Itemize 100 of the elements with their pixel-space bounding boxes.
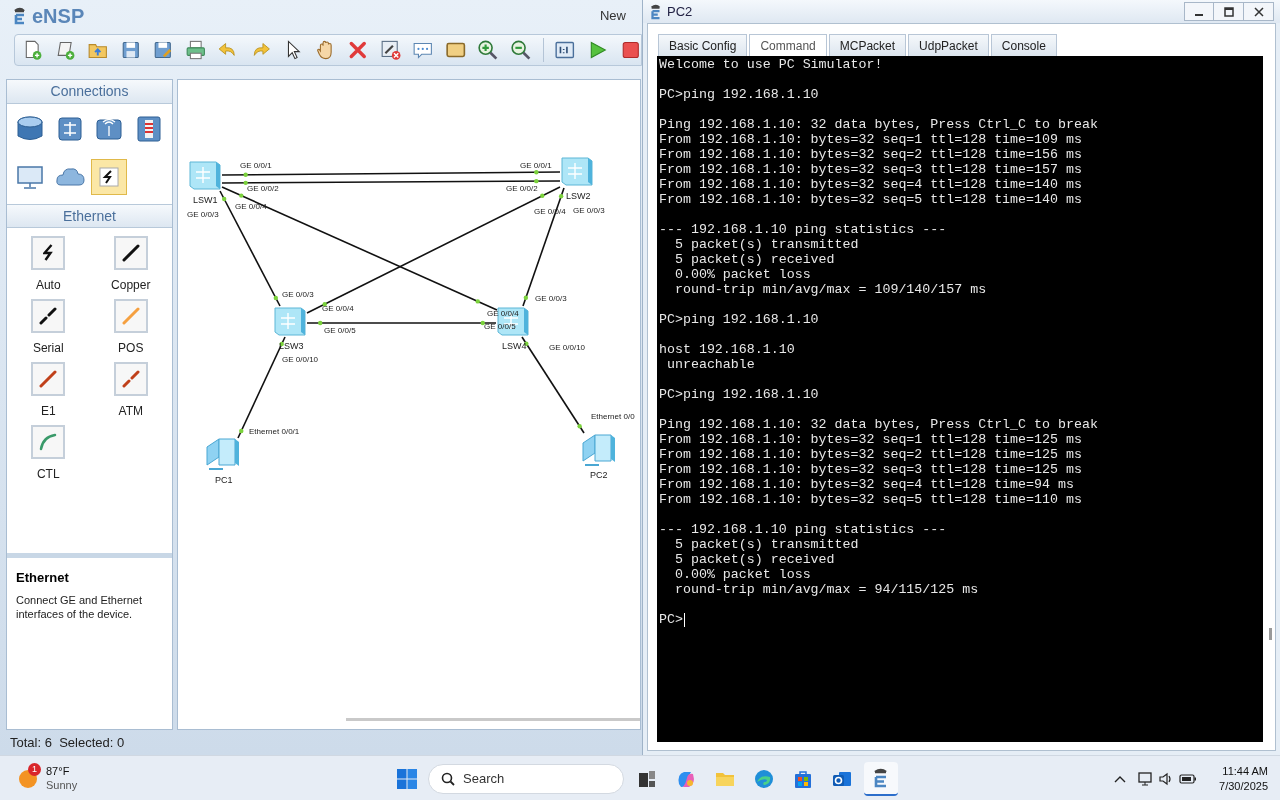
notification-badge: 1 [28, 763, 41, 776]
port-label: GE 0/0/1 [520, 161, 552, 171]
port-label: GE 0/0/2 [506, 184, 538, 194]
terminal-line: From 192.168.1.10: bytes=32 seq=1 ttl=128 time=125 ms [659, 432, 1082, 447]
port-label: GE 0/0/1 [240, 161, 272, 171]
cable-type-label: CTL [36, 467, 60, 481]
cable-type-label: Serial [32, 341, 64, 355]
tab[interactable]: Console [990, 34, 1057, 56]
minimize-icon [1194, 13, 1204, 16]
maximize-button[interactable] [1214, 2, 1244, 21]
port-label: Ethernet 0/0/1 [249, 427, 300, 437]
computer-icon[interactable] [206, 438, 239, 470]
battery-icon[interactable] [1179, 772, 1198, 785]
cable-type-button[interactable] [31, 236, 66, 270]
line-icon [121, 244, 140, 262]
browser-icon[interactable] [753, 768, 775, 790]
window-stack-icon[interactable] [636, 768, 658, 790]
terminal-line: From 192.168.1.10: bytes=32 seq=5 ttl=128 time=140 ms [659, 192, 1082, 207]
terminal-line: From 192.168.1.10: bytes=32 seq=3 ttl=128 time=157 ms [659, 162, 1082, 177]
terminal-line: 0.00% packet loss [673, 567, 811, 582]
tab[interactable]: MCPacket [828, 34, 907, 56]
terminal-line: unreachable [665, 357, 755, 372]
cable-type-button[interactable] [31, 299, 66, 333]
chevron-up-icon[interactable] [1114, 774, 1127, 783]
save-as-icon[interactable] [152, 39, 174, 61]
cable-line[interactable] [522, 187, 565, 307]
switch-icon[interactable] [561, 157, 593, 186]
terminal-line: 5 packet(s) received [673, 552, 835, 567]
terminal-line: 5 packet(s) transmitted [673, 237, 859, 252]
terminal-line: host 192.168.1.10 [659, 342, 795, 357]
terminal-line: --- 192.168.1.10 ping statistics --- [659, 222, 947, 237]
cable-type-label: Copper [111, 278, 151, 292]
panel-header: Connections [7, 80, 172, 104]
cable-line[interactable] [306, 320, 497, 326]
switch-icon[interactable] [189, 161, 221, 190]
horizontal-scrollbar[interactable] [346, 718, 640, 721]
minimize-button[interactable] [1184, 2, 1214, 21]
terminal-line: --- 192.168.1.10 ping statistics --- [659, 522, 947, 537]
panel-header: Ethernet [7, 204, 172, 228]
dashed-line-icon [39, 307, 58, 325]
port-label: GE 0/0/2 [247, 184, 279, 194]
tab[interactable]: Basic Config [658, 34, 748, 56]
terminal-line: round-trip min/avg/max = 94/115/125 ms [673, 582, 979, 597]
port-label: GE 0/0/4 [487, 309, 519, 319]
lightning-icon[interactable] [91, 159, 128, 195]
cable-line[interactable] [221, 186, 498, 311]
terminal-line: PC>ping 192.168.1.10 [659, 87, 819, 102]
cable-type-label: ATM [118, 404, 143, 418]
search-field[interactable]: Search [428, 764, 624, 794]
terminal-line: PC>ping 192.168.1.10 [659, 387, 819, 402]
monitor-icon[interactable] [1138, 771, 1155, 786]
device-label: PC1 [215, 475, 233, 486]
clock-date[interactable]: 7/30/2025 [1219, 778, 1268, 794]
terminal-line: From 192.168.1.10: bytes=32 seq=2 ttl=128 time=156 ms [659, 147, 1082, 162]
terminal-line: 5 packet(s) transmitted [673, 537, 859, 552]
terminal-prompt: PC> [659, 612, 683, 627]
lightning-icon [43, 244, 54, 262]
zoom-in-icon[interactable] [477, 39, 499, 61]
curve-icon [39, 433, 58, 451]
switch-icon[interactable] [497, 307, 529, 336]
port-label: GE 0/0/3 [535, 294, 567, 304]
cable-line[interactable] [221, 170, 561, 177]
close-button[interactable] [1244, 2, 1274, 21]
terminal-line: Ping 192.168.1.10: 32 data bytes, Press Ctrl_C to break [659, 117, 1098, 132]
store-bag-icon[interactable] [792, 768, 814, 790]
app-logo-icon [649, 3, 663, 20]
window-title: PC2 [667, 2, 693, 21]
device-label: LSW1 [193, 195, 218, 206]
clock-time[interactable]: 11:44 AM [1222, 763, 1268, 779]
weather-text: Sunny [46, 778, 78, 792]
terminal-line: Ping 192.168.1.10: 32 data bytes, Press Ctrl_C to break [659, 417, 1098, 432]
zoom-out-icon[interactable] [509, 39, 532, 61]
port-label: GE 0/0/5 [324, 326, 356, 336]
printer-icon[interactable] [184, 39, 207, 61]
cable-type-label: E1 [40, 404, 56, 418]
fit-view-icon[interactable] [554, 39, 576, 61]
port-label: GE 0/0/10 [549, 343, 586, 353]
dashed-line-icon [121, 370, 140, 388]
terminal-line: From 192.168.1.10: bytes=32 seq=1 ttl=128 time=109 ms [659, 132, 1082, 147]
app-title: eNSP [32, 4, 85, 29]
line-icon [39, 370, 58, 388]
computer-icon[interactable] [582, 434, 615, 466]
delete-link-icon[interactable] [379, 39, 402, 61]
terminal-line: 0.00% packet loss [673, 267, 811, 282]
cable-type-button[interactable] [113, 236, 148, 270]
cable-line[interactable] [221, 178, 561, 186]
cable-line[interactable] [219, 190, 281, 307]
terminal-line: From 192.168.1.10: bytes=32 seq=4 ttl=128 time=140 ms [659, 177, 1082, 192]
tab[interactable]: Command [749, 34, 827, 56]
cable-type-label: Auto [35, 278, 61, 292]
info-title: Ethernet [16, 569, 70, 587]
port-label: GE 0/0/5 [484, 322, 516, 332]
tab[interactable]: UdpPacket [908, 34, 989, 56]
terminal-line: From 192.168.1.10: bytes=32 seq=3 ttl=128 time=125 ms [659, 462, 1082, 477]
terminal-line: From 192.168.1.10: bytes=32 seq=2 ttl=128 time=125 ms [659, 447, 1082, 462]
terminal-line: round-trip min/avg/max = 109/140/157 ms [673, 282, 987, 297]
port-label: GE 0/0/4 [235, 202, 267, 212]
switch-icon[interactable] [274, 307, 306, 336]
delete-icon[interactable] [347, 39, 369, 61]
terminal-line: From 192.168.1.10: bytes=32 seq=5 ttl=128 time=110 ms [659, 492, 1082, 507]
